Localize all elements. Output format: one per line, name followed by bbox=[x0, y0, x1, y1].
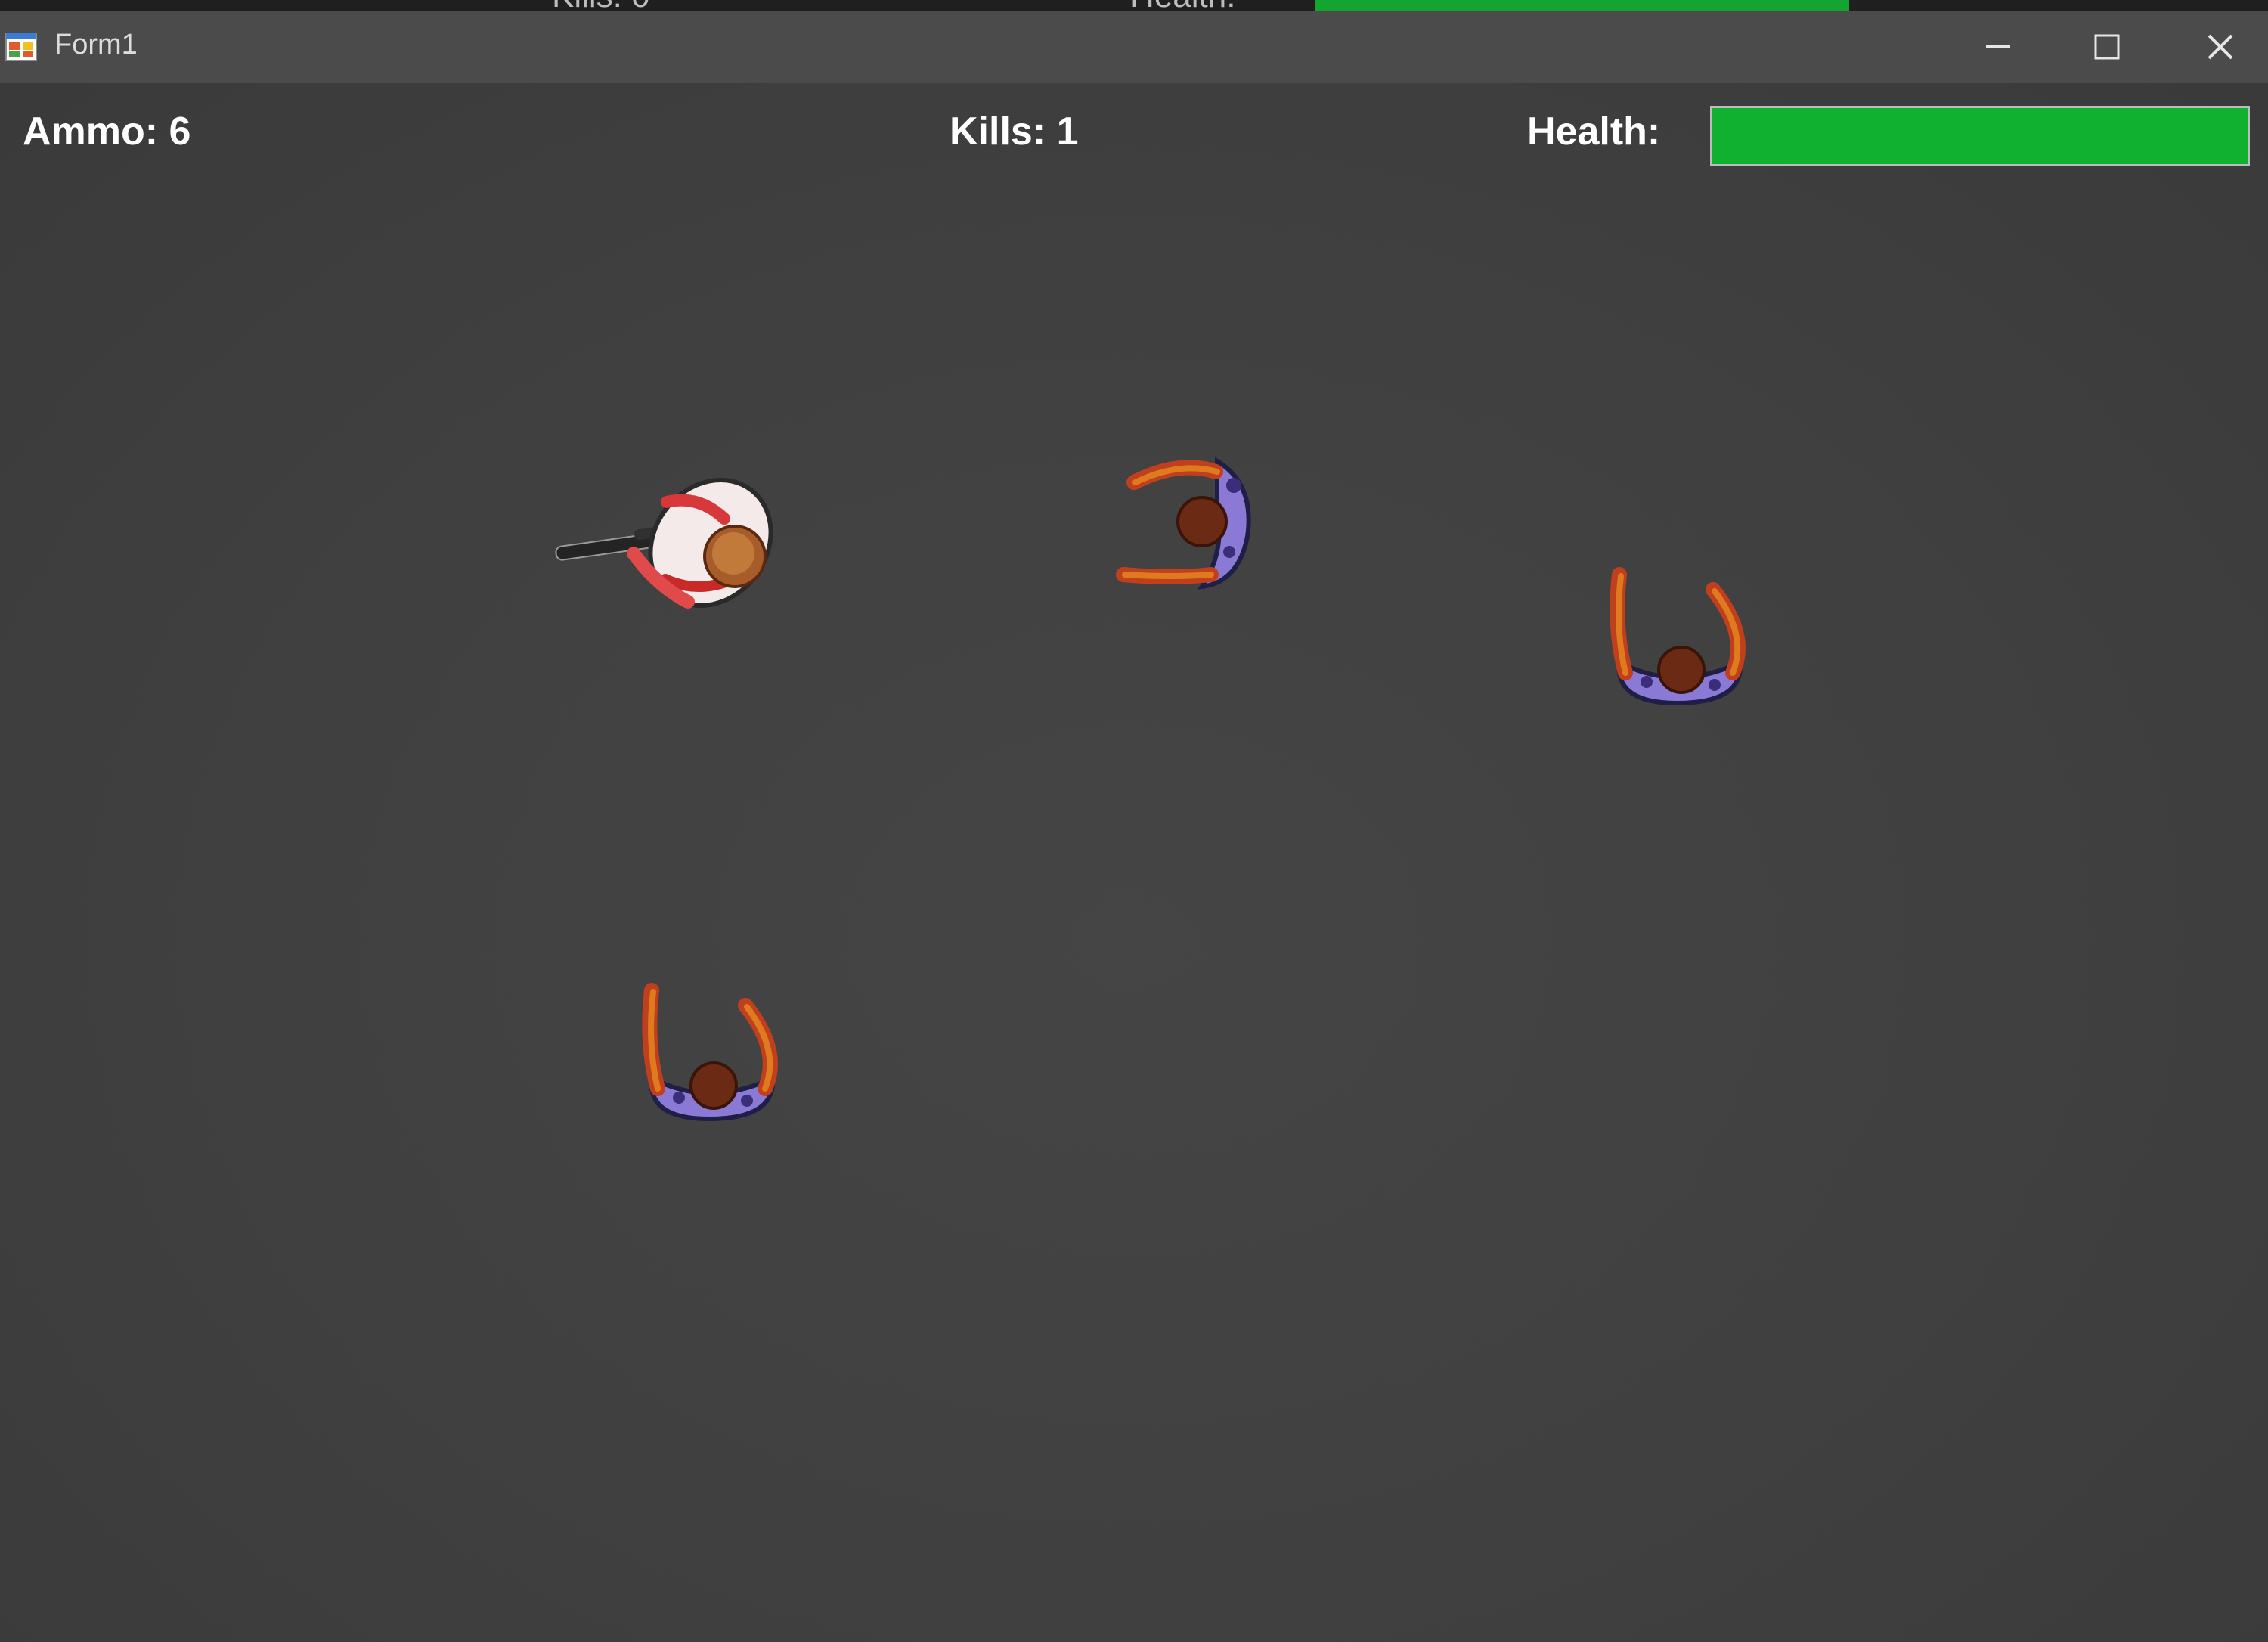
background-kills-text: Kills: 0 bbox=[552, 0, 650, 11]
maximize-icon bbox=[2094, 34, 2120, 60]
minimize-icon bbox=[1986, 45, 2010, 48]
maximize-button[interactable] bbox=[2050, 11, 2164, 83]
form-app-icon bbox=[5, 33, 37, 61]
zombie-sprite bbox=[1610, 567, 1746, 706]
close-icon bbox=[2208, 34, 2233, 60]
window-title: Form1 bbox=[54, 29, 138, 60]
zombie-sprite bbox=[1116, 457, 1251, 590]
health-bar-fill bbox=[1712, 108, 2248, 164]
kills-label: Kills: 1 bbox=[950, 110, 1079, 153]
health-label: Health: bbox=[1527, 110, 1661, 153]
background-health-bar bbox=[1315, 0, 1849, 11]
ammo-label: Ammo: 6 bbox=[23, 110, 191, 153]
window-titlebar[interactable]: Form1 bbox=[0, 11, 2268, 83]
zombie-sprite bbox=[642, 983, 778, 1122]
player-sprite bbox=[555, 478, 773, 609]
minimize-button[interactable] bbox=[1941, 11, 2055, 83]
game-canvas[interactable]: Ammo: 6 Kills: 1 Health: bbox=[0, 83, 2268, 1642]
health-bar bbox=[1710, 106, 2250, 166]
background-window-strip: Kills: 0 Health: bbox=[0, 0, 2268, 11]
close-button[interactable] bbox=[2164, 11, 2268, 83]
background-health-text: Health: bbox=[1130, 0, 1235, 11]
